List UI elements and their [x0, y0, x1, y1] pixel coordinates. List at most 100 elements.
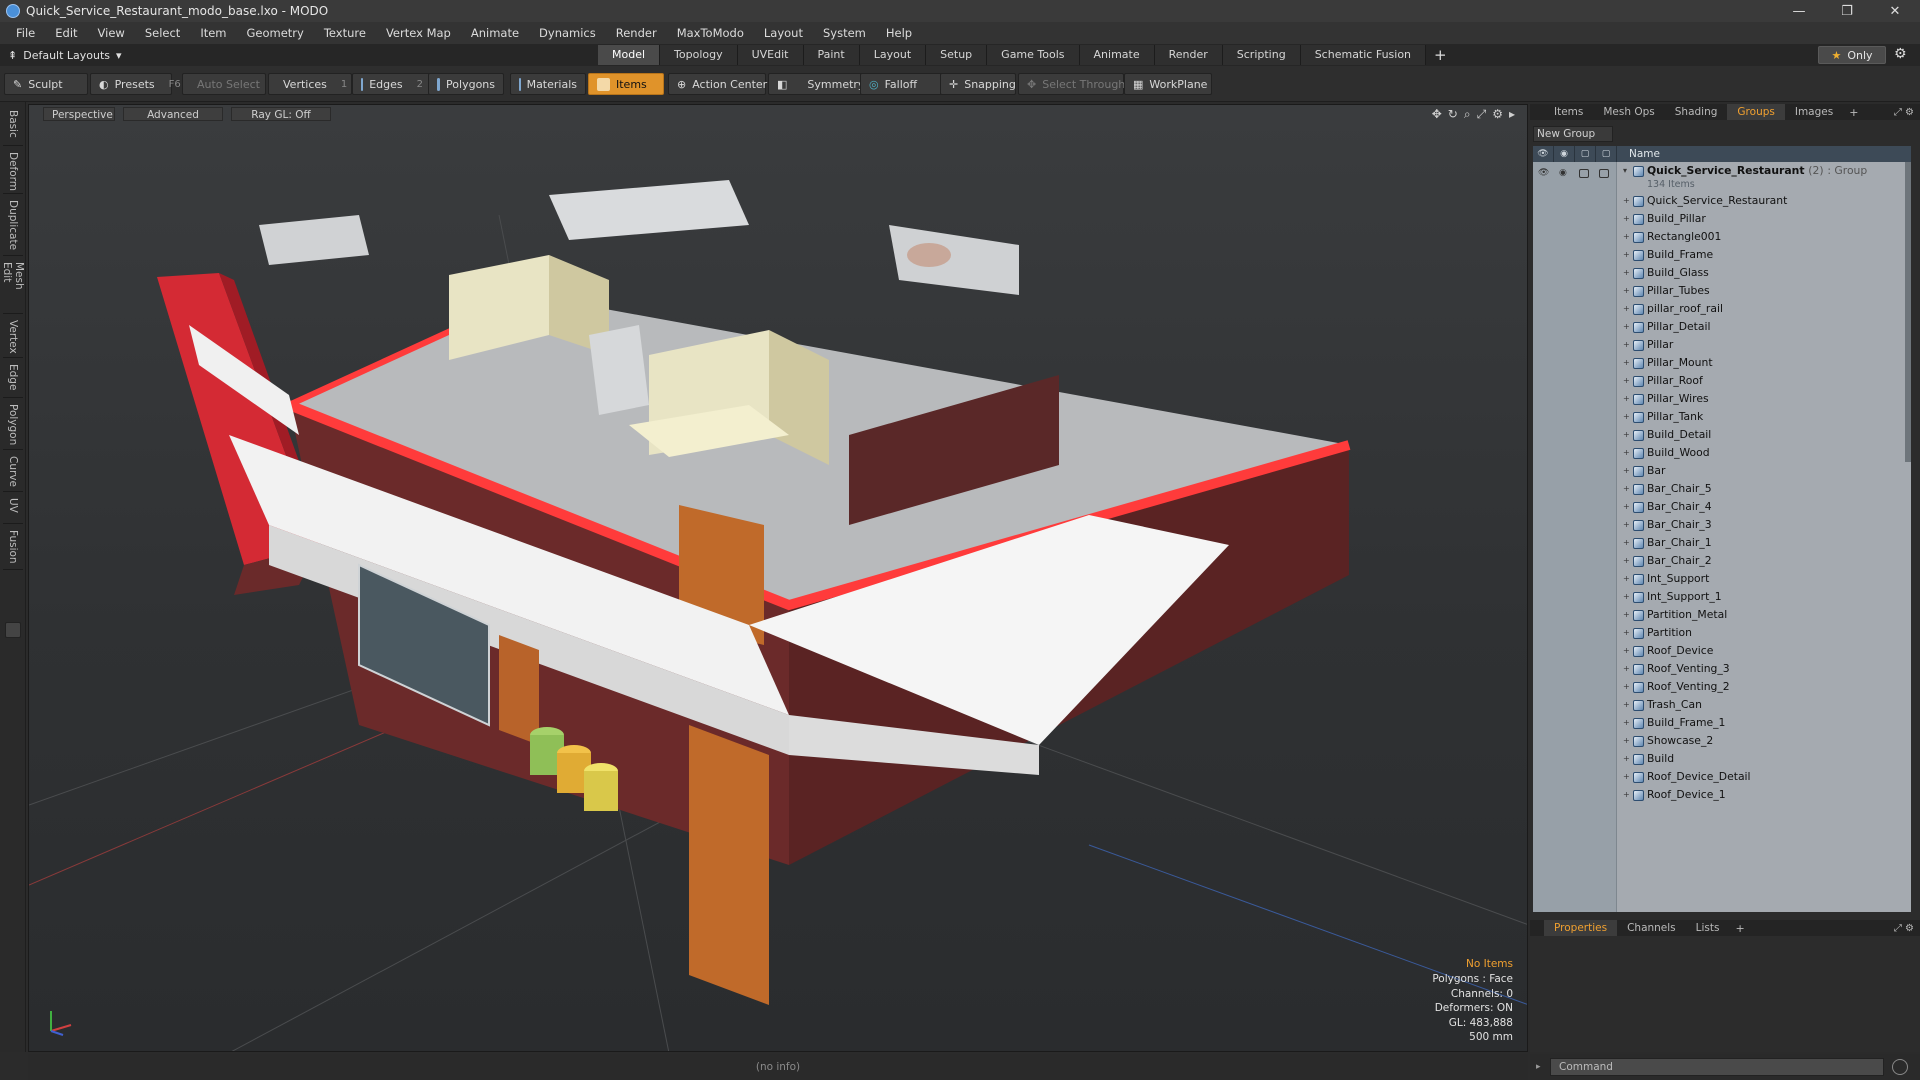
list-item[interactable]: + Build: [1617, 750, 1907, 768]
vtab-mesh-edit[interactable]: Mesh Edit: [1, 258, 25, 314]
expand-icon[interactable]: +: [1623, 516, 1630, 534]
list-item[interactable]: + Bar_Chair_2: [1617, 552, 1907, 570]
expand-icon[interactable]: +: [1623, 714, 1630, 732]
expand-icon[interactable]: +: [1623, 390, 1630, 408]
list-item[interactable]: + Bar_Chair_4: [1617, 498, 1907, 516]
add-properties-tab-button[interactable]: +: [1729, 922, 1750, 935]
vtab-duplicate[interactable]: Duplicate: [3, 196, 23, 256]
3d-viewport[interactable]: Perspective Advanced Ray GL: Off ✥ ↻ ⌕ ⤢…: [28, 104, 1528, 1052]
menu-render[interactable]: Render: [606, 22, 667, 44]
tab-mesh-ops[interactable]: Mesh Ops: [1593, 104, 1664, 120]
layout-selector[interactable]: ⇞ Default Layouts ▾: [8, 49, 598, 62]
properties-options-icon[interactable]: ⤢ ⚙: [1894, 923, 1914, 934]
tab-layout[interactable]: Layout: [859, 45, 927, 65]
expand-icon[interactable]: +: [1623, 192, 1630, 210]
menu-dynamics[interactable]: Dynamics: [529, 22, 606, 44]
list-item[interactable]: + pillar_roof_rail: [1617, 300, 1907, 318]
list-item[interactable]: + Roof_Venting_3: [1617, 660, 1907, 678]
expand-icon[interactable]: +: [1623, 570, 1630, 588]
expand-icon[interactable]: +: [1623, 426, 1630, 444]
expand-icon[interactable]: +: [1623, 408, 1630, 426]
vtab-basic[interactable]: Basic: [3, 106, 23, 146]
tab-shading[interactable]: Shading: [1665, 104, 1728, 120]
list-item[interactable]: + Bar_Chair_1: [1617, 534, 1907, 552]
polygons-button[interactable]: Polygons: [428, 73, 504, 95]
list-item[interactable]: + Roof_Device_Detail: [1617, 768, 1907, 786]
visibility-column-icon[interactable]: 👁: [1533, 146, 1554, 162]
list-item[interactable]: + Pillar_Tubes: [1617, 282, 1907, 300]
items-button[interactable]: Items: [588, 73, 664, 95]
list-item[interactable]: + Bar_Chair_5: [1617, 480, 1907, 498]
expand-icon[interactable]: +: [1623, 750, 1630, 768]
list-item[interactable]: + Int_Support: [1617, 570, 1907, 588]
list-item[interactable]: + Bar_Chair_3: [1617, 516, 1907, 534]
viewport-scene[interactable]: [29, 105, 1528, 1052]
tab-paint[interactable]: Paint: [803, 45, 860, 65]
select-column-icon[interactable]: ▢: [1596, 146, 1617, 162]
viewport-menu-arrow-icon[interactable]: ▸: [1509, 107, 1515, 122]
falloff-button[interactable]: ◎ Falloff: [860, 73, 942, 95]
list-item[interactable]: + Trash_Can: [1617, 696, 1907, 714]
expand-icon[interactable]: +: [1623, 354, 1630, 372]
viewport-gear-icon[interactable]: ⚙: [1492, 107, 1503, 122]
list-item[interactable]: + Quick_Service_Restaurant: [1617, 192, 1907, 210]
expand-icon[interactable]: +: [1623, 660, 1630, 678]
auto-select-button[interactable]: Auto Select: [182, 73, 266, 95]
expand-icon[interactable]: +: [1623, 606, 1630, 624]
tab-uvedit[interactable]: UVEdit: [737, 45, 804, 65]
tab-scripting[interactable]: Scripting: [1222, 45, 1301, 65]
tab-schematic-fusion[interactable]: Schematic Fusion: [1300, 45, 1427, 65]
expand-icon[interactable]: +: [1623, 318, 1630, 336]
vtab-uv[interactable]: UV: [3, 494, 23, 524]
menu-layout[interactable]: Layout: [754, 22, 813, 44]
snapping-button[interactable]: ✛ Snapping: [940, 73, 1016, 95]
view-mode-dropdown[interactable]: Perspective: [43, 107, 115, 121]
tab-items[interactable]: Items: [1544, 104, 1593, 120]
expand-icon[interactable]: +: [1623, 264, 1630, 282]
list-item[interactable]: + Partition: [1617, 624, 1907, 642]
menu-geometry[interactable]: Geometry: [237, 22, 314, 44]
menu-animate[interactable]: Animate: [461, 22, 529, 44]
expand-icon[interactable]: +: [1623, 462, 1630, 480]
add-panel-tab-button[interactable]: +: [1843, 106, 1864, 119]
tab-properties[interactable]: Properties: [1544, 920, 1618, 936]
group-visibility-icon[interactable]: 👁: [1538, 168, 1549, 178]
command-input[interactable]: Command: [1550, 1058, 1884, 1076]
raygl-toggle[interactable]: Ray GL: Off: [231, 107, 331, 121]
select-through-button[interactable]: ✥ Select Through: [1018, 73, 1125, 95]
vtab-curve[interactable]: Curve: [3, 452, 23, 492]
add-tab-button[interactable]: +: [1426, 46, 1455, 64]
shading-dropdown[interactable]: Advanced: [123, 107, 223, 121]
expand-icon[interactable]: +: [1623, 678, 1630, 696]
list-item[interactable]: + Pillar_Mount: [1617, 354, 1907, 372]
rotate-view-icon[interactable]: ↻: [1448, 107, 1458, 122]
expand-icon[interactable]: +: [1623, 732, 1630, 750]
list-item[interactable]: + Roof_Device_1: [1617, 786, 1907, 804]
menu-view[interactable]: View: [88, 22, 135, 44]
expand-icon[interactable]: +: [1623, 588, 1630, 606]
expand-icon[interactable]: +: [1623, 300, 1630, 318]
tab-channels[interactable]: Channels: [1617, 920, 1686, 936]
render-column-icon[interactable]: ◉: [1554, 146, 1575, 162]
expand-icon[interactable]: +: [1623, 372, 1630, 390]
action-center-button[interactable]: ⊕ Action Center: [668, 73, 767, 95]
menu-edit[interactable]: Edit: [45, 22, 87, 44]
only-button[interactable]: ★ Only: [1818, 46, 1886, 64]
list-item[interactable]: + Roof_Device: [1617, 642, 1907, 660]
expand-icon[interactable]: +: [1623, 552, 1630, 570]
edges-button[interactable]: Edges 2: [352, 73, 432, 95]
list-item[interactable]: + Partition_Metal: [1617, 606, 1907, 624]
restore-button[interactable]: ❐: [1824, 0, 1870, 22]
group-lock-checkbox[interactable]: [1579, 169, 1589, 178]
tab-images[interactable]: Images: [1785, 104, 1843, 120]
tab-animate[interactable]: Animate: [1079, 45, 1155, 65]
tab-lists[interactable]: Lists: [1686, 920, 1730, 936]
group-select-checkbox[interactable]: [1599, 169, 1609, 178]
menu-vertex-map[interactable]: Vertex Map: [376, 22, 461, 44]
tab-groups[interactable]: Groups: [1727, 104, 1785, 120]
workplane-button[interactable]: ▦ WorkPlane: [1124, 73, 1212, 95]
expand-icon[interactable]: +: [1623, 498, 1630, 516]
list-item[interactable]: + Showcase_2: [1617, 732, 1907, 750]
tab-topology[interactable]: Topology: [660, 45, 738, 65]
menu-system[interactable]: System: [813, 22, 876, 44]
